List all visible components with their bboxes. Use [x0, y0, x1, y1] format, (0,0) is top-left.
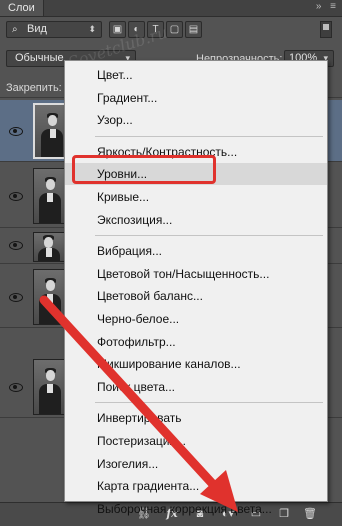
- visibility-eye-icon[interactable]: [9, 382, 23, 392]
- tab-layers[interactable]: Слои: [0, 0, 44, 16]
- chevron-down-icon: ⬍: [88, 24, 96, 34]
- menu-item[interactable]: Микширование каналов...: [65, 353, 327, 375]
- menu-separator: [95, 135, 323, 137]
- filter-toggle[interactable]: [320, 21, 332, 38]
- menu-item[interactable]: Цветовой тон/Насыщенность...: [65, 263, 327, 285]
- smart-object-filter-icon[interactable]: ▤: [185, 21, 202, 38]
- menu-item[interactable]: Кривые...: [65, 186, 327, 208]
- menu-item[interactable]: Изогелия...: [65, 453, 327, 475]
- menu-separator: [95, 402, 323, 404]
- menu-item[interactable]: Яркость/Контрастность...: [65, 141, 327, 163]
- visibility-eye-icon[interactable]: [9, 191, 23, 201]
- layer-thumbnail: [33, 359, 65, 415]
- layer-thumbnail: [33, 168, 65, 224]
- panel-menu-icon[interactable]: ≡: [330, 1, 336, 12]
- menu-item[interactable]: Цветовой баланс...: [65, 285, 327, 307]
- menu-item[interactable]: Черно-белое...: [65, 308, 327, 330]
- menu-item[interactable]: Поиск цвета...: [65, 376, 327, 398]
- menu-item[interactable]: Карта градиента...: [65, 475, 327, 497]
- search-icon: ⌕: [12, 24, 18, 35]
- visibility-eye-icon[interactable]: [9, 240, 23, 250]
- menu-item[interactable]: Фотофильтр...: [65, 331, 327, 353]
- visibility-eye-icon[interactable]: [9, 292, 23, 302]
- menu-item[interactable]: Узор...: [65, 109, 327, 131]
- adjustment-layer-menu: Цвет... Градиент... Узор... Яркость/Контрас…: [64, 60, 328, 516]
- type-filter-icon[interactable]: T: [147, 21, 164, 38]
- shape-filter-icon[interactable]: ▢: [166, 21, 183, 38]
- layer-thumbnail: [33, 269, 65, 325]
- menu-item[interactable]: Инвертировать: [65, 407, 327, 429]
- filter-kind-label: Вид: [27, 23, 47, 35]
- menu-item[interactable]: Уровни...: [65, 163, 327, 186]
- menu-item[interactable]: Вибрация...: [65, 240, 327, 262]
- menu-separator: [95, 235, 323, 237]
- layer-thumbnail: [33, 232, 65, 262]
- menu-item[interactable]: Постеризация...: [65, 430, 327, 452]
- menu-item[interactable]: Выборочная коррекция цвета...: [65, 498, 327, 520]
- image-filter-icon[interactable]: ▣: [109, 21, 126, 38]
- filter-kind-select[interactable]: ⌕ Вид ⬍: [6, 21, 102, 38]
- visibility-eye-icon[interactable]: [9, 126, 23, 136]
- adjustment-filter-icon[interactable]: ◐: [128, 21, 145, 38]
- menu-item[interactable]: Градиент...: [65, 87, 327, 109]
- menu-item[interactable]: Цвет...: [65, 64, 327, 86]
- blend-mode-value: Обычные: [15, 52, 64, 64]
- lock-label: Закрепить:: [6, 82, 62, 94]
- collapse-icon[interactable]: »: [316, 1, 322, 12]
- menu-item[interactable]: Экспозиция...: [65, 209, 327, 231]
- panel-header: Слои » ≡: [0, 0, 342, 17]
